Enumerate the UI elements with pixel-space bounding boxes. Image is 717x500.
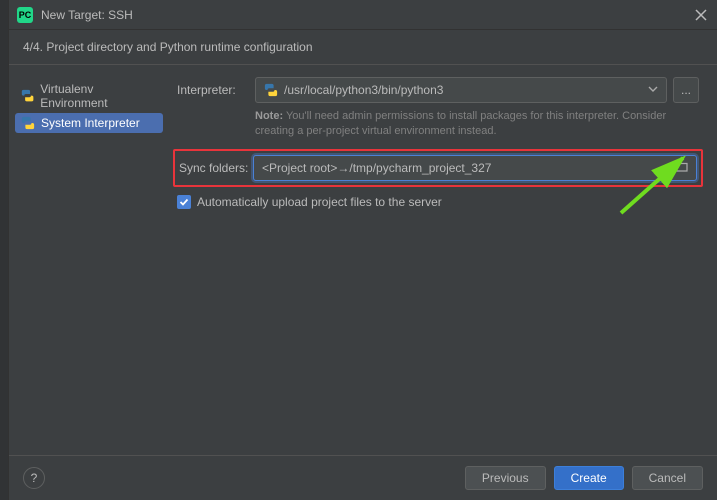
auto-upload-row: Automatically upload project files to th… <box>177 195 699 209</box>
create-button[interactable]: Create <box>554 466 624 490</box>
pycharm-icon: PC <box>17 7 33 23</box>
sync-folders-input[interactable]: <Project root>→/tmp/pycharm_project_327 <box>253 155 697 181</box>
dialog-title: New Target: SSH <box>41 8 133 22</box>
interpreter-combobox[interactable]: /usr/local/python3/bin/python3 <box>255 77 667 103</box>
interpreter-more-button[interactable]: ... <box>673 77 699 103</box>
auto-upload-label: Automatically upload project files to th… <box>197 195 442 209</box>
help-icon: ? <box>31 471 38 485</box>
chevron-down-icon <box>648 83 658 97</box>
sidebar-item-virtualenv[interactable]: Virtualenv Environment <box>15 79 163 113</box>
sidebar: Virtualenv Environment System Interprete… <box>9 75 169 455</box>
interpreter-label: Interpreter: <box>177 83 255 97</box>
interpreter-note: Note: You'll need admin permissions to i… <box>255 109 699 139</box>
folder-icon[interactable] <box>674 160 688 175</box>
step-indicator: 4/4. Project directory and Python runtim… <box>9 30 717 65</box>
close-icon <box>695 9 707 21</box>
ellipsis-icon: ... <box>681 83 691 97</box>
check-icon <box>179 197 189 207</box>
interpreter-value: /usr/local/python3/bin/python3 <box>284 83 443 97</box>
previous-button[interactable]: Previous <box>465 466 546 490</box>
dialog-footer: ? Previous Create Cancel <box>9 455 717 500</box>
titlebar: PC New Target: SSH <box>9 0 717 30</box>
sync-folders-label: Sync folders: <box>179 161 253 175</box>
close-button[interactable] <box>693 7 709 23</box>
footer-buttons: Previous Create Cancel <box>465 466 703 490</box>
help-button[interactable]: ? <box>23 467 45 489</box>
cancel-button[interactable]: Cancel <box>632 466 703 490</box>
python-icon <box>21 116 35 130</box>
note-prefix: Note: <box>255 110 283 122</box>
interpreter-row: Interpreter: /usr/local/python3/bin/pyth… <box>177 77 699 103</box>
sidebar-item-system-interpreter[interactable]: System Interpreter <box>15 113 163 133</box>
note-text: You'll need admin permissions to install… <box>255 110 666 137</box>
dialog-new-target-ssh: PC New Target: SSH 4/4. Project director… <box>8 0 717 500</box>
sidebar-item-label: Virtualenv Environment <box>40 82 157 110</box>
python-icon <box>264 83 278 97</box>
sync-folders-value: <Project root>→/tmp/pycharm_project_327 <box>262 161 491 175</box>
background-strip <box>0 0 8 500</box>
sync-folders-highlight: Sync folders: <Project root>→/tmp/pychar… <box>173 149 703 187</box>
sync-folders-row: Sync folders: <Project root>→/tmp/pychar… <box>179 155 697 181</box>
python-icon <box>21 89 34 103</box>
main-panel: Interpreter: /usr/local/python3/bin/pyth… <box>169 75 717 455</box>
sidebar-item-label: System Interpreter <box>41 116 140 130</box>
auto-upload-checkbox[interactable] <box>177 195 191 209</box>
dialog-body: Virtualenv Environment System Interprete… <box>9 65 717 455</box>
